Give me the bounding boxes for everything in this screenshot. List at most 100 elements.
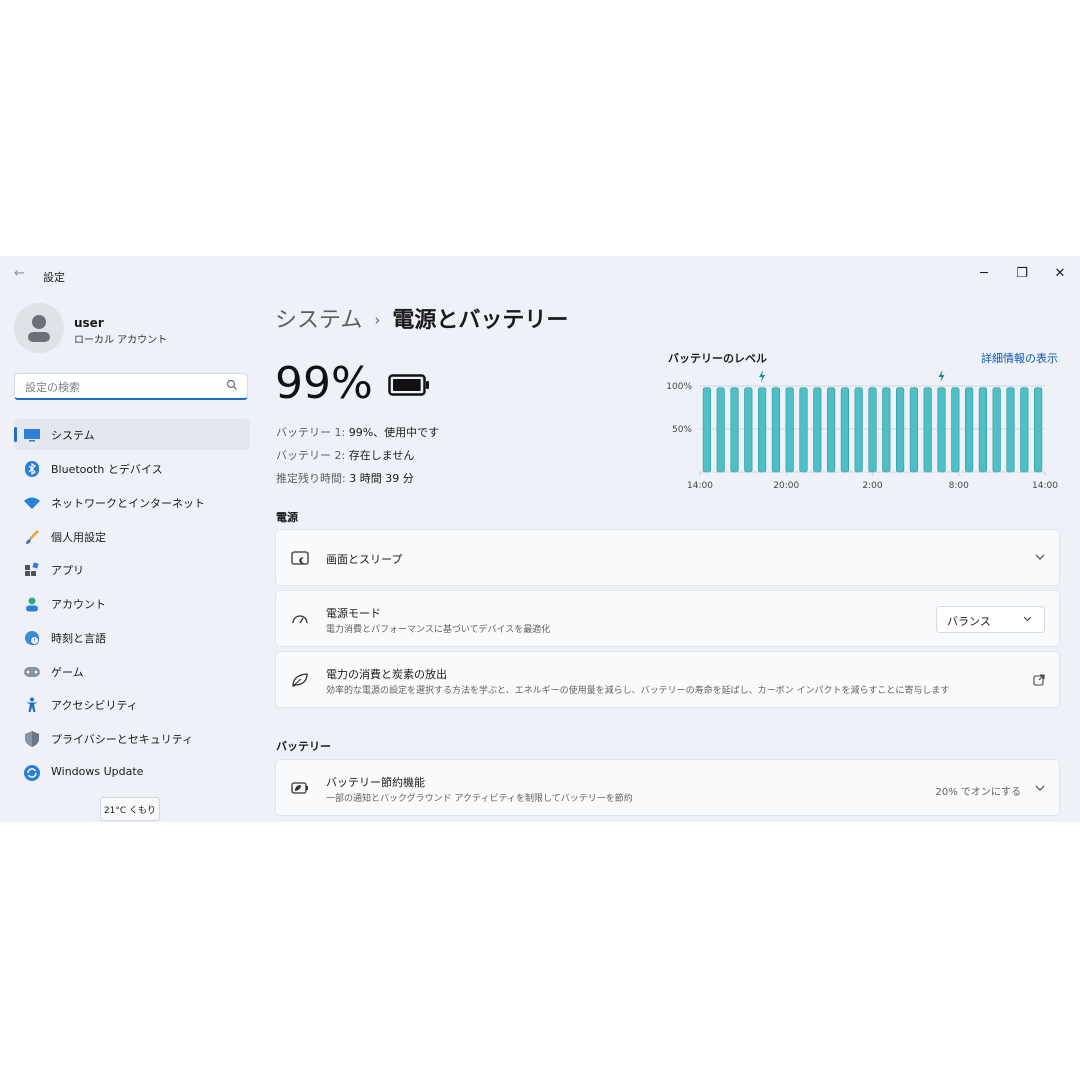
settings-window: ← 設定 ─ ❐ ✕ user ローカル アカウント システム [0, 256, 1080, 822]
battery-bar [827, 387, 836, 473]
nav-item-windows-update[interactable]: Windows Update [14, 757, 250, 788]
nav-item-privacy[interactable]: プライバシーとセキュリティ [14, 723, 250, 754]
brush-icon [23, 528, 41, 546]
battery-bar [1034, 387, 1043, 473]
battery-2-label: バッテリー 2: [276, 449, 346, 462]
chevron-down-icon [1023, 616, 1032, 622]
card-battery-saver[interactable]: バッテリー節約機能 一部の通知とバックグラウンド アクティビティを制限してバッテ… [275, 759, 1060, 816]
x-tick-label: 14:00 [687, 481, 713, 491]
breadcrumb-separator: › [374, 311, 381, 329]
card-subtitle: 効率的な電源の設定を選択する方法を学ぶと、エネルギーの使用量を減らし、バッテリー… [326, 686, 950, 696]
battery-1-status: バッテリー 1: 99%、使用中です [276, 424, 439, 440]
nav-label: Bluetooth とデバイス [51, 463, 163, 476]
user-name: user [74, 316, 104, 330]
nav-item-personalization[interactable]: 個人用設定 [14, 521, 250, 552]
battery-1-label: バッテリー 1: [276, 426, 346, 439]
account-type: ローカル アカウント [74, 335, 168, 346]
globe-clock-icon [23, 629, 41, 647]
nav-label: ネットワークとインターネット [51, 497, 205, 510]
battery-bar [937, 387, 946, 473]
nav-item-network[interactable]: ネットワークとインターネット [14, 487, 250, 518]
card-energy-carbon[interactable]: 電力の消費と炭素の放出 効率的な電源の設定を選択する方法を学ぶと、エネルギーの使… [275, 651, 1060, 708]
nav-label: 個人用設定 [51, 531, 106, 544]
charging-bolt-icon [938, 370, 945, 382]
battery-bar [868, 387, 877, 473]
battery-bar [702, 387, 711, 473]
minimize-button[interactable]: ─ [965, 260, 1003, 286]
nav-item-bluetooth[interactable]: Bluetooth とデバイス [14, 453, 250, 484]
battery-bar [744, 387, 753, 473]
card-subtitle: 電力消費とパフォーマンスに基づいてデバイスを最適化 [326, 625, 551, 635]
nav-item-gaming[interactable]: ゲーム [14, 656, 250, 687]
battery-saver-threshold: 20% でオンにする [935, 787, 1021, 798]
battery-percent: 99% [275, 358, 373, 409]
y-tick-label: 100% [666, 382, 692, 392]
chevron-down-icon[interactable] [1035, 554, 1045, 561]
bluetooth-icon [23, 460, 41, 478]
nav-label: アカウント [51, 598, 106, 611]
charging-bolt-icon [759, 370, 766, 382]
battery-bar [923, 387, 932, 473]
battery-bar [840, 387, 849, 473]
battery-bar [730, 387, 739, 473]
search-icon[interactable] [226, 379, 238, 391]
avatar[interactable] [14, 303, 64, 353]
battery-bar [799, 387, 808, 473]
battery-bar [771, 387, 780, 473]
nav-item-apps[interactable]: アプリ [14, 554, 250, 585]
apps-icon [23, 561, 41, 579]
page-title: 電源とバッテリー [392, 308, 569, 333]
dropdown-value: バランス [947, 615, 991, 628]
nav-item-time-language[interactable]: 時刻と言語 [14, 622, 250, 653]
nav-label: アプリ [51, 564, 84, 577]
search-input[interactable] [23, 377, 227, 397]
nav-label: Windows Update [51, 765, 144, 778]
power-mode-dropdown[interactable]: バランス [936, 606, 1045, 633]
nav-item-accounts[interactable]: アカウント [14, 588, 250, 619]
card-power-mode: 電源モード 電力消費とパフォーマンスに基づいてデバイスを最適化 バランス [275, 590, 1060, 647]
battery-bar [813, 387, 822, 473]
battery-bar [965, 387, 974, 473]
battery-bar [1006, 387, 1015, 473]
battery-1-value: 99%、使用中です [348, 426, 440, 439]
close-button[interactable]: ✕ [1041, 260, 1079, 286]
section-power-heading: 電源 [276, 511, 298, 524]
update-icon [23, 764, 41, 782]
battery-2-status: バッテリー 2: 存在しません [276, 447, 414, 463]
wifi-icon [23, 494, 41, 512]
battery-fill [393, 379, 421, 391]
app-title: 設定 [43, 271, 65, 284]
battery-level-chart: 100% 50% 14:00 20:00 2:00 8:00 14:00 [666, 370, 1058, 491]
battery-bar [896, 387, 905, 473]
nav-item-accessibility[interactable]: アクセシビリティ [14, 689, 250, 720]
maximize-button[interactable]: ❐ [1003, 260, 1041, 286]
battery-bar [909, 387, 918, 473]
breadcrumb-parent[interactable]: システム [275, 308, 362, 333]
x-tick-label: 2:00 [862, 481, 882, 491]
card-title: 電源モード [326, 607, 381, 620]
card-subtitle: 一部の通知とバックグラウンド アクティビティを制限してバッテリーを節約 [326, 794, 633, 804]
search-box[interactable] [14, 373, 248, 400]
active-indicator [14, 427, 17, 442]
back-arrow-icon[interactable]: ← [14, 266, 25, 281]
battery-bar [978, 387, 987, 473]
nav-label: 時刻と言語 [51, 632, 106, 645]
external-link-icon[interactable] [1033, 674, 1045, 686]
nav-label: システム [51, 429, 95, 442]
power-mode-gauge-icon [290, 609, 310, 629]
nav-item-system[interactable]: システム [14, 419, 250, 450]
remaining-time: 推定残り時間: 3 時間 39 分 [276, 470, 414, 486]
y-tick-label: 50% [672, 425, 692, 435]
x-tick-label: 8:00 [949, 481, 969, 491]
card-screen-sleep[interactable]: 画面とスリープ [275, 529, 1060, 586]
card-title: 電力の消費と炭素の放出 [326, 668, 447, 681]
chevron-down-icon[interactable] [1035, 785, 1045, 792]
section-battery-heading: バッテリー [276, 740, 331, 753]
battery-bar [1020, 387, 1029, 473]
screen-sleep-icon [290, 548, 310, 568]
battery-bar [951, 387, 960, 473]
person-icon [23, 595, 41, 613]
battery-saver-icon [290, 778, 310, 798]
x-tick-label: 20:00 [773, 481, 799, 491]
title-bar: ← 設定 ─ ❐ ✕ [0, 256, 1080, 296]
